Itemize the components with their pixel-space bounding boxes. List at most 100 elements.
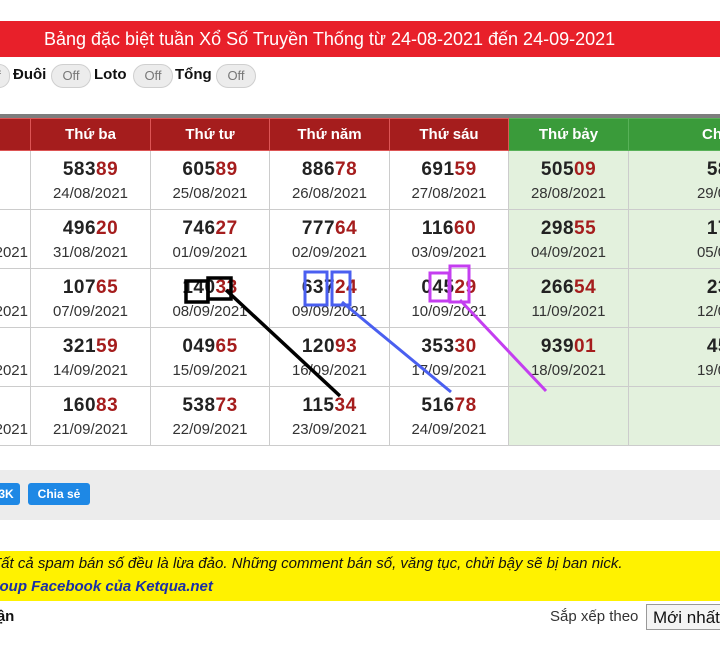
facebook-group-link[interactable]: Group Facebook của Ketqua.net [0, 578, 213, 595]
result-date: 12/09/2021 [696, 302, 720, 320]
result-number: 58389 [31, 159, 150, 181]
result-date: 26/08/2021 [291, 184, 368, 202]
result-cell: 32159 14/09/2021 [30, 327, 151, 387]
result-number-prefix: 583 [62, 158, 97, 180]
result-number-prefix: 353 [421, 335, 455, 357]
result-cell: 51678 24/09/2021 [389, 386, 509, 446]
tong-label: Tổng [175, 66, 212, 83]
result-number-prefix: 459 [706, 335, 720, 357]
toggle-partial[interactable]: f [0, 64, 10, 88]
result-number-tail: 24 [335, 276, 358, 298]
tong-toggle[interactable]: Off [216, 64, 256, 88]
result-cell: 63724 09/09/2021 [269, 268, 390, 328]
result-cell: 12093 16/09/2021 [269, 327, 390, 387]
result-number-prefix: 160 [62, 394, 97, 416]
result-number: 14033 [151, 277, 269, 299]
result-cell: 29855 04/09/2021 [508, 209, 629, 269]
result-number: 23349 [629, 277, 720, 299]
share-button-label: Chia sẻ [37, 487, 81, 501]
result-number-tail: 64 [335, 217, 358, 239]
result-number-tail: 29 [454, 276, 477, 298]
result-cell: 35330 17/09/2021 [389, 327, 509, 387]
column-header [0, 118, 31, 151]
result-date: 08/09/2021 [172, 302, 248, 320]
result-number-tail: 65 [96, 276, 119, 298]
table-row: 30/08/20214962031/08/20217462701/09/2021… [0, 209, 720, 269]
result-cell: 13/09/2021 [0, 327, 31, 387]
share-button[interactable]: Chia sẻ [28, 483, 90, 505]
result-number-tail: 27 [215, 217, 238, 239]
result-number: 50509 [509, 159, 628, 181]
result-date: 05/09/2021 [696, 243, 720, 261]
column-header: Chủ nhật [628, 118, 720, 151]
facebook-like-button[interactable]: 3K [0, 483, 20, 505]
result-number-prefix: 233 [706, 276, 720, 298]
result-date: 18/09/2021 [530, 361, 607, 379]
toggle-partial-value: f [0, 68, 1, 83]
filter-toggles: f Đuôi Off Loto Off Tổng Off [0, 62, 720, 90]
duoi-toggle-value: Off [62, 68, 80, 83]
result-number: 60589 [151, 159, 269, 181]
result-number-prefix: 746 [182, 217, 216, 239]
result-number-prefix: 939 [540, 335, 575, 357]
result-number: 10765 [31, 277, 150, 299]
result-number-prefix: 298 [540, 217, 575, 239]
comments-heading: Bận [0, 608, 15, 625]
result-number-prefix: 170 [706, 217, 720, 239]
result-number-prefix: 538 [182, 394, 216, 416]
result-date: 27/08/2021 [411, 184, 487, 202]
result-date: 15/09/2021 [172, 361, 248, 379]
result-number: 04965 [151, 336, 269, 358]
result-date: 10/09/2021 [411, 302, 487, 320]
duoi-toggle[interactable]: Off [51, 64, 91, 88]
result-number-prefix: 605 [182, 158, 216, 180]
column-header: Thứ năm [269, 118, 390, 151]
result-number-tail: 34 [334, 394, 357, 416]
result-number: 49620 [31, 218, 150, 240]
result-cell [628, 386, 720, 446]
result-number-tail: 09 [574, 158, 597, 180]
result-cell: 04529 10/09/2021 [389, 268, 509, 328]
result-date: 22/09/2021 [172, 420, 248, 438]
results-table: Thứ baThứ tưThứ nămThứ sáuThứ bảyChủ nhậ… [0, 118, 720, 446]
column-header: Thứ bảy [508, 118, 629, 151]
result-number: 04529 [390, 277, 508, 299]
column-header: Thứ tư [150, 118, 270, 151]
result-cell: 04965 15/09/2021 [150, 327, 270, 387]
result-date: 09/09/2021 [291, 302, 368, 320]
column-header: Thứ ba [30, 118, 151, 151]
notice-banner: Tất cả spam bán số đều là lừa đảo. Những… [0, 551, 720, 601]
result-number-prefix: 115 [302, 394, 335, 416]
result-number-tail: 55 [574, 217, 597, 239]
result-cell: 11660 03/09/2021 [389, 209, 509, 269]
result-cell: 74627 01/09/2021 [150, 209, 270, 269]
sort-select[interactable]: Mới nhất [646, 604, 720, 630]
results-table-container: Thứ baThứ tưThứ nămThứ sáuThứ bảyChủ nhậ… [0, 114, 720, 458]
table-body: 58389 24/08/2021 60589 25/08/2021 88678 26/08… [0, 150, 720, 446]
result-number-tail: 33 [215, 276, 238, 298]
result-number: 53873 [151, 395, 269, 417]
result-number: 58755 [629, 159, 720, 181]
result-date: 11/09/2021 [531, 302, 606, 320]
result-number-prefix: 637 [301, 276, 336, 298]
result-number-tail: 01 [574, 335, 597, 357]
result-cell: 23349 12/09/2021 [628, 268, 720, 328]
result-number-tail: 89 [96, 158, 119, 180]
result-cell: 69159 27/08/2021 [389, 150, 509, 210]
result-date: 13/09/2021 [0, 361, 28, 379]
result-cell: 45957 19/09/2021 [628, 327, 720, 387]
loto-toggle[interactable]: Off [133, 64, 173, 88]
result-number-tail: 89 [215, 158, 238, 180]
result-cell: 53873 22/09/2021 [150, 386, 270, 446]
result-date: 24/08/2021 [52, 184, 129, 202]
result-number-prefix: 516 [421, 394, 455, 416]
result-number-tail: 78 [454, 394, 477, 416]
facebook-like-count: 3K [0, 487, 14, 501]
tong-toggle-value: Off [227, 68, 245, 83]
result-number-tail: 54 [574, 276, 597, 298]
result-number-prefix: 049 [182, 335, 216, 357]
share-bar [0, 470, 720, 520]
result-date: 06/09/2021 [0, 302, 28, 320]
duoi-label: Đuôi [13, 66, 47, 83]
result-cell: 20/09/2021 [0, 386, 31, 446]
